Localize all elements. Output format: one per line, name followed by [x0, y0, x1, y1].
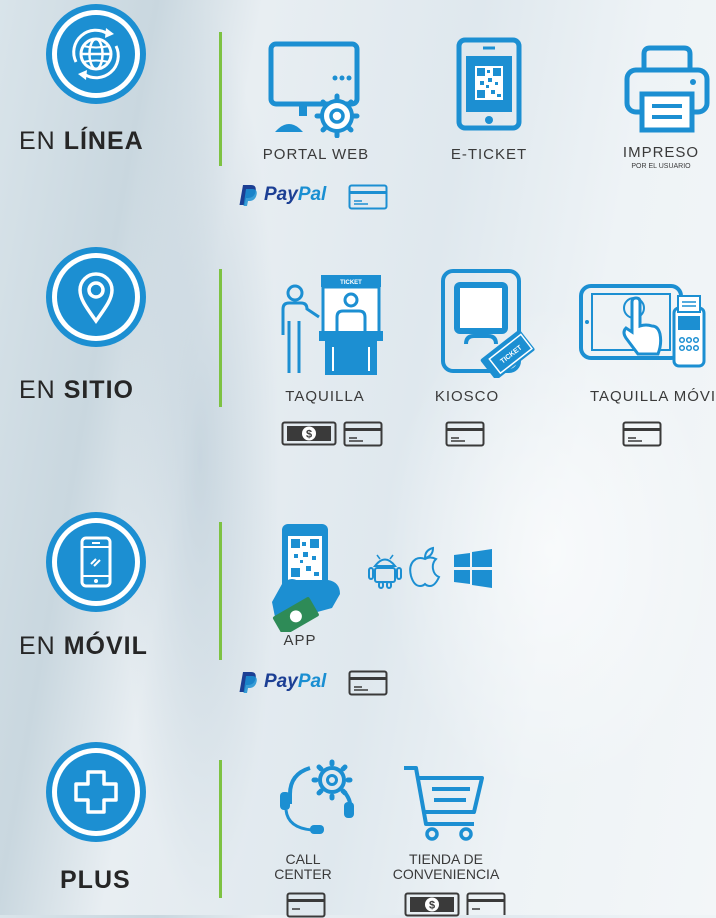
ticket-booth-icon[interactable]: TICKET	[275, 273, 385, 379]
eticket-phone-icon[interactable]	[455, 36, 525, 132]
shopping-cart-icon[interactable]	[402, 764, 486, 844]
item-sublabel: POR EL USUARIO	[631, 163, 691, 170]
web-portal-icon[interactable]	[265, 38, 365, 138]
booth-sign: TICKET	[340, 280, 362, 286]
item-label[interactable]: TAQUILLA MÓVIL	[590, 388, 716, 405]
svg-text:$: $	[429, 900, 435, 912]
paypal-logo-icon	[239, 672, 257, 693]
item-label[interactable]: TIENDA DE CONVENIENCIA	[384, 852, 508, 882]
globe-sync-icon	[46, 4, 146, 104]
apple-icon	[409, 546, 441, 588]
section-divider	[219, 32, 222, 166]
paypal-wordmark: PayPal	[264, 671, 327, 692]
section-divider	[219, 269, 222, 407]
category-title-onsite: EN SITIO	[19, 376, 134, 404]
paypal-wordmark: PayPal	[264, 184, 327, 205]
android-icon	[368, 554, 402, 589]
item-label[interactable]: CALL CENTER	[258, 852, 348, 882]
item-label[interactable]: IMPRESO	[606, 144, 716, 161]
app-phone-hand-icon[interactable]	[268, 522, 350, 632]
mobile-pos-icon[interactable]	[578, 282, 712, 372]
kiosk-icon[interactable]: TICKET	[440, 268, 540, 378]
section-divider	[219, 760, 222, 898]
credit-card-icon	[286, 892, 326, 918]
windows-icon	[454, 549, 492, 588]
category-title-plus: PLUS	[60, 866, 131, 894]
credit-card-icon	[343, 421, 383, 447]
paypal-logo-icon	[239, 185, 257, 206]
credit-card-icon	[348, 184, 388, 210]
printer-icon[interactable]	[622, 42, 712, 134]
category-title-mobile: EN MÓVIL	[19, 632, 148, 660]
section-divider	[219, 522, 222, 660]
credit-card-icon	[622, 421, 662, 447]
svg-text:$: $	[306, 429, 312, 441]
item-label[interactable]: APP	[260, 632, 340, 649]
location-pin-icon	[46, 247, 146, 347]
credit-card-icon	[466, 892, 506, 915]
cash-icon: $	[404, 892, 460, 917]
smartphone-icon	[46, 512, 146, 612]
item-label[interactable]: TAQUILLA	[270, 388, 380, 405]
credit-card-icon	[348, 670, 388, 696]
item-label[interactable]: E-TICKET	[428, 146, 550, 163]
item-label[interactable]: KIOSCO	[412, 388, 522, 405]
category-title-online: EN LÍNEA	[19, 127, 144, 155]
item-label[interactable]: PORTAL WEB	[255, 146, 377, 163]
cash-icon: $	[281, 421, 337, 446]
call-center-headset-icon[interactable]	[276, 756, 366, 838]
credit-card-icon	[445, 421, 485, 447]
plus-icon	[46, 742, 146, 842]
